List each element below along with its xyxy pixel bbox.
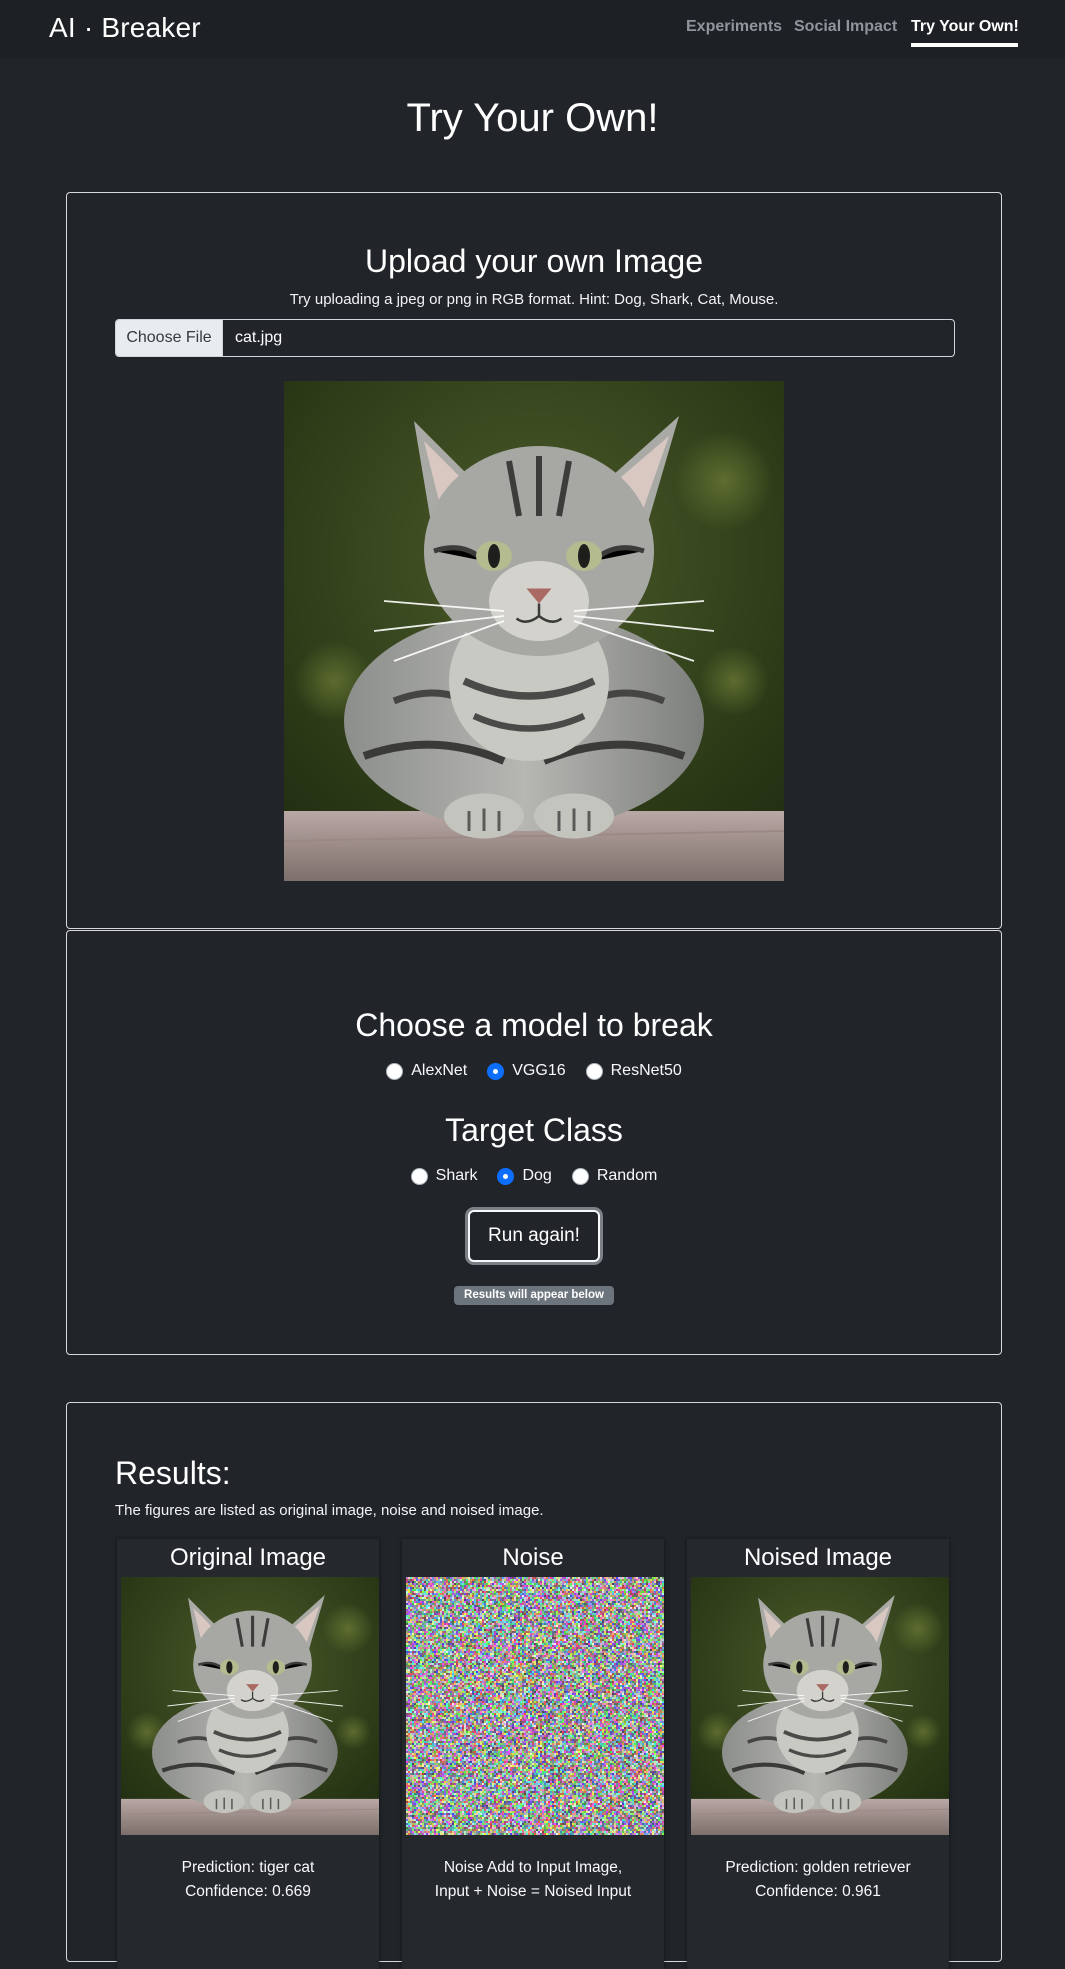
choose-file-button[interactable]: Choose File <box>116 320 223 356</box>
radio-option-random[interactable]: Random <box>571 1167 658 1185</box>
noised-prediction: Prediction: golden retriever <box>725 1859 911 1876</box>
result-noised: Noised Image Prediction: golden retrieve… <box>687 1539 949 1969</box>
results-description: The figures are listed as original image… <box>115 1502 544 1519</box>
radio-label-vgg16: VGG16 <box>512 1062 566 1079</box>
original-confidence: Confidence: 0.669 <box>185 1883 311 1900</box>
model-selection-card: Choose a model to break AlexNet VGG16 Re… <box>66 930 1002 1355</box>
target-radio-group: Shark Dog Random <box>67 1167 1001 1185</box>
model-title: Choose a model to break <box>355 1007 713 1043</box>
results-title: Results: <box>115 1455 231 1491</box>
radio-random[interactable] <box>571 1167 589 1185</box>
active-nav-indicator <box>911 43 1018 47</box>
model-radio-group: AlexNet VGG16 ResNet50 <box>67 1062 1001 1080</box>
selected-file-name: cat.jpg <box>235 329 283 346</box>
noise-caption-line1: Noise Add to Input Image, <box>443 1859 623 1876</box>
radio-option-alexnet[interactable]: AlexNet <box>386 1062 467 1080</box>
nav-link-social-impact[interactable]: Social Impact <box>794 18 897 36</box>
radio-vgg16[interactable] <box>487 1062 505 1080</box>
result-title-noised: Noised Image <box>743 1544 893 1571</box>
noise-image <box>406 1577 664 1835</box>
radio-option-dog[interactable]: Dog <box>497 1167 552 1185</box>
target-class-title: Target Class <box>445 1112 623 1148</box>
radio-dog[interactable] <box>497 1167 515 1185</box>
page-title: Try Your Own! <box>406 96 659 140</box>
result-title-noise: Noise <box>502 1544 564 1571</box>
radio-label-dog: Dog <box>522 1167 552 1184</box>
uploaded-image-preview <box>284 381 784 881</box>
file-input[interactable]: Choose File cat.jpg <box>115 319 955 357</box>
original-caption: Prediction: tiger cat Confidence: 0.669 <box>117 1856 379 1904</box>
brand-logo[interactable]: AI · Breaker <box>49 12 201 44</box>
upload-hint: Try uploading a jpeg or png in RGB forma… <box>289 291 779 308</box>
radio-shark[interactable] <box>410 1167 428 1185</box>
noise-caption-line2: Input + Noise = Noised Input <box>434 1883 632 1900</box>
upload-title: Upload your own Image <box>365 243 703 279</box>
radio-label-alexnet: AlexNet <box>411 1062 468 1079</box>
original-image <box>121 1577 379 1835</box>
result-title-original: Original Image <box>169 1544 327 1571</box>
noised-caption: Prediction: golden retriever Confidence:… <box>687 1856 949 1904</box>
result-noise: Noise Noise Add to Input Image, Input + … <box>402 1539 664 1969</box>
radio-option-shark[interactable]: Shark <box>410 1167 478 1185</box>
result-original: Original Image Prediction: tiger cat Con… <box>117 1539 379 1969</box>
radio-option-vgg16[interactable]: VGG16 <box>487 1062 566 1080</box>
noise-canvas <box>406 1577 664 1835</box>
noise-caption: Noise Add to Input Image, Input + Noise … <box>402 1856 664 1904</box>
radio-label-random: Random <box>596 1167 658 1184</box>
radio-option-resnet50[interactable]: ResNet50 <box>585 1062 682 1080</box>
navbar: AI · Breaker Experiments Social Impact T… <box>0 0 1065 58</box>
noised-confidence: Confidence: 0.961 <box>755 1883 881 1900</box>
status-badge: Results will appear below <box>454 1286 614 1305</box>
original-prediction: Prediction: tiger cat <box>181 1859 315 1876</box>
results-card: Results: The figures are listed as origi… <box>66 1402 1002 1969</box>
upload-card: Upload your own Image Try uploading a jp… <box>66 192 1002 929</box>
nav-link-try-your-own[interactable]: Try Your Own! <box>911 18 1019 36</box>
radio-alexnet[interactable] <box>386 1062 404 1080</box>
noised-image <box>691 1577 949 1835</box>
nav-link-experiments[interactable]: Experiments <box>686 18 782 36</box>
radio-label-shark: Shark <box>435 1167 478 1184</box>
radio-resnet50[interactable] <box>585 1062 603 1080</box>
radio-label-resnet50: ResNet50 <box>610 1062 682 1079</box>
run-again-button[interactable]: Run again! <box>468 1210 600 1262</box>
